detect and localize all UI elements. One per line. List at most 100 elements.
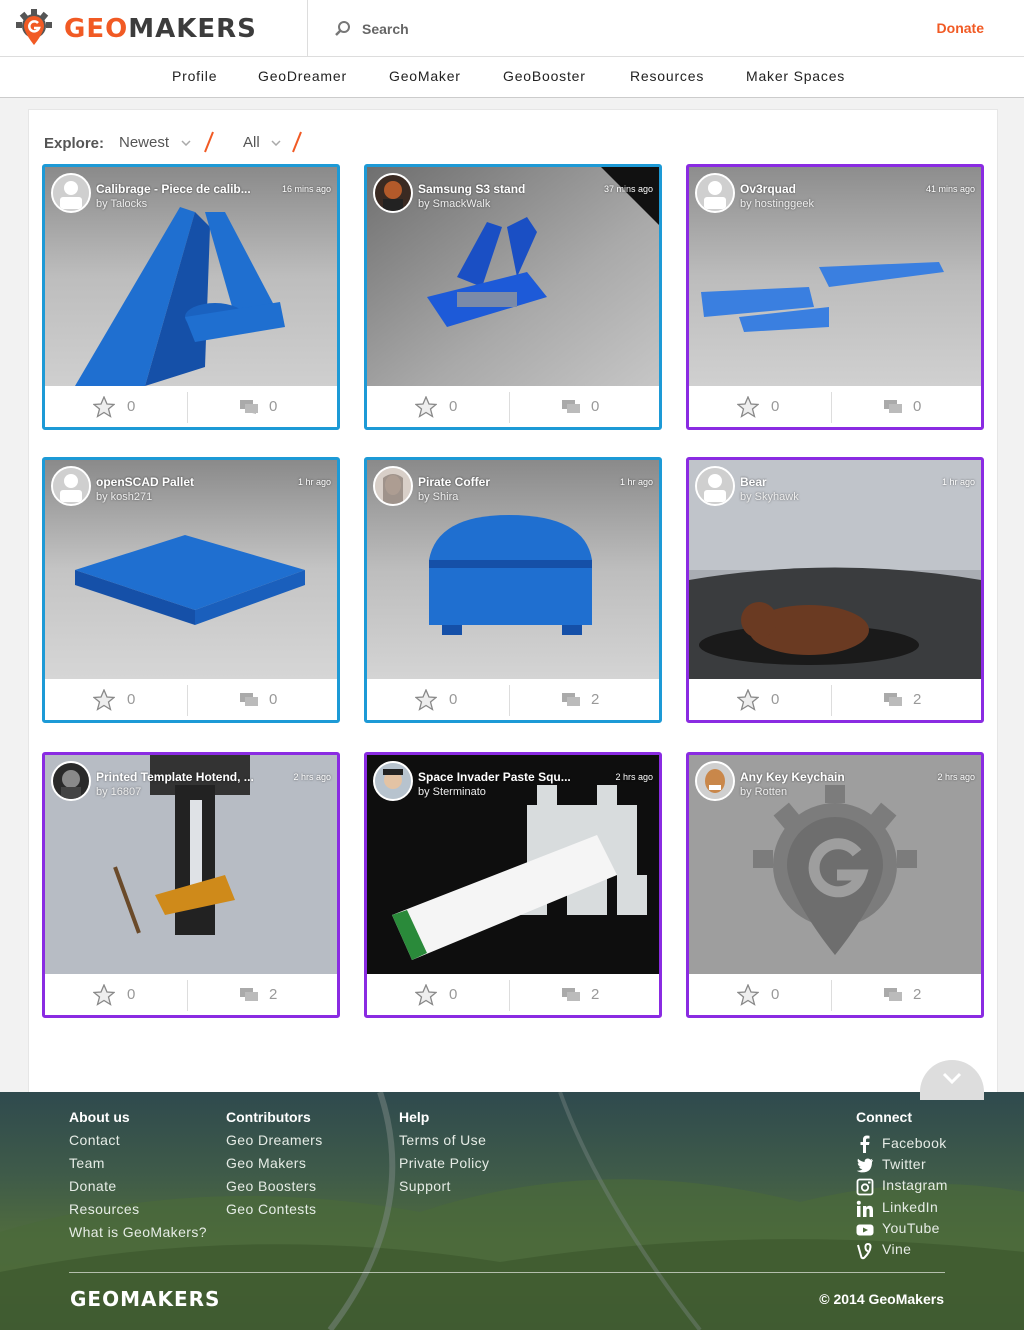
footer-link-terms[interactable]: Terms of Use (399, 1132, 486, 1148)
card-author[interactable]: by Shira (418, 491, 458, 503)
card-title[interactable]: Bear (740, 475, 767, 489)
footer-link-geo-boosters[interactable]: Geo Boosters (226, 1178, 316, 1194)
nav-item-geomaker[interactable]: GeoMaker (389, 68, 461, 84)
avatar[interactable] (695, 761, 735, 801)
footer-link-twitter[interactable]: Twitter (882, 1156, 926, 1172)
footer-logo[interactable]: GEOMAKERS (70, 1287, 220, 1311)
comment-icon[interactable] (884, 693, 902, 707)
project-card[interactable]: openSCAD Pallet by kosh271 1 hr ago 0 0 (42, 457, 340, 723)
card-title[interactable]: openSCAD Pallet (96, 475, 194, 489)
footer-link-team[interactable]: Team (69, 1155, 105, 1171)
star-icon[interactable] (737, 396, 759, 418)
project-card[interactable]: Space Invader Paste Squ... by Sterminato… (364, 752, 662, 1018)
card-author[interactable]: by 16807 (96, 786, 141, 798)
nav-item-geodreamer[interactable]: GeoDreamer (258, 68, 347, 84)
avatar[interactable] (51, 466, 91, 506)
sort-select[interactable]: Newest (119, 134, 169, 151)
card-title[interactable]: Space Invader Paste Squ... (418, 770, 571, 784)
footer-link-resources[interactable]: Resources (69, 1201, 140, 1217)
comment-count: 2 (591, 691, 600, 708)
card-footer: 0 0 (367, 386, 659, 427)
avatar[interactable] (373, 761, 413, 801)
comment-icon[interactable] (240, 400, 258, 414)
star-icon[interactable] (93, 689, 115, 711)
avatar[interactable] (695, 173, 735, 213)
footer-heading-about: About us (69, 1109, 130, 1125)
footer-link-donate[interactable]: Donate (69, 1178, 117, 1194)
footer-link-facebook[interactable]: Facebook (882, 1135, 947, 1151)
comment-icon[interactable] (884, 988, 902, 1002)
footer-link-geo-makers[interactable]: Geo Makers (226, 1155, 306, 1171)
star-icon[interactable] (737, 689, 759, 711)
footer-link-what-is-geomakers[interactable]: What is GeoMakers? (69, 1224, 207, 1240)
footer-link-instagram[interactable]: Instagram (882, 1177, 948, 1193)
search-input[interactable]: Search (334, 18, 409, 40)
nav-item-resources[interactable]: Resources (630, 68, 704, 84)
project-card[interactable]: Pirate Coffer by Shira 1 hr ago 0 2 (364, 457, 662, 723)
comment-count: 2 (913, 691, 922, 708)
card-title[interactable]: Pirate Coffer (418, 475, 490, 489)
project-card[interactable]: Printed Template Hotend, ... by 16807 2 … (42, 752, 340, 1018)
footer-link-support[interactable]: Support (399, 1178, 451, 1194)
avatar[interactable] (373, 466, 413, 506)
project-card[interactable]: Any Key Keychain by Rotten 2 hrs ago 0 2 (686, 752, 984, 1018)
comment-icon[interactable] (562, 693, 580, 707)
card-title[interactable]: Ov3rquad (740, 182, 796, 196)
footer-link-geo-dreamers[interactable]: Geo Dreamers (226, 1132, 323, 1148)
chevron-down-icon[interactable] (181, 140, 191, 146)
nav-item-maker-spaces[interactable]: Maker Spaces (746, 68, 845, 84)
explore-bar: Explore: (44, 133, 104, 153)
comment-icon[interactable] (240, 988, 258, 1002)
card-title[interactable]: Calibrage - Piece de calib... (96, 182, 251, 196)
comment-count: 0 (591, 398, 600, 415)
category-select[interactable]: All (243, 134, 260, 151)
project-card[interactable]: Bear by Skyhawk 1 hr ago 0 2 (686, 457, 984, 723)
logo[interactable]: GEOMAKERS (0, 0, 308, 57)
comment-icon[interactable] (240, 693, 258, 707)
comment-icon[interactable] (562, 400, 580, 414)
linkedin-icon[interactable] (856, 1200, 874, 1218)
avatar[interactable] (695, 466, 735, 506)
card-author[interactable]: by SmackWalk (418, 198, 490, 210)
star-icon[interactable] (415, 396, 437, 418)
twitter-icon[interactable] (856, 1156, 874, 1174)
project-card[interactable]: Calibrage - Piece de calib... by Talocks… (42, 164, 340, 430)
card-title[interactable]: Samsung S3 stand (418, 182, 525, 196)
avatar[interactable] (51, 761, 91, 801)
card-author[interactable]: by Rotten (740, 786, 787, 798)
footer-link-vine[interactable]: Vine (882, 1241, 911, 1257)
star-icon[interactable] (415, 689, 437, 711)
card-author[interactable]: by kosh271 (96, 491, 152, 503)
instagram-icon[interactable] (856, 1178, 874, 1196)
avatar[interactable] (373, 173, 413, 213)
youtube-icon[interactable] (856, 1221, 874, 1239)
star-icon[interactable] (93, 396, 115, 418)
project-card[interactable]: Ov3rquad by hostinggeek 41 mins ago 0 0 (686, 164, 984, 430)
footer-link-contact[interactable]: Contact (69, 1132, 120, 1148)
star-icon[interactable] (415, 984, 437, 1006)
card-title[interactable]: Any Key Keychain (740, 770, 845, 784)
footer-link-geo-contests[interactable]: Geo Contests (226, 1201, 316, 1217)
comment-icon[interactable] (884, 400, 902, 414)
chevron-down-icon[interactable] (271, 140, 281, 146)
vine-icon[interactable] (856, 1242, 874, 1260)
footer-link-privacy[interactable]: Private Policy (399, 1155, 489, 1171)
project-card[interactable]: Samsung S3 stand by SmackWalk 37 mins ag… (364, 164, 662, 430)
card-author[interactable]: by hostinggeek (740, 198, 814, 210)
avatar[interactable] (51, 173, 91, 213)
facebook-icon[interactable] (856, 1135, 874, 1153)
star-icon[interactable] (93, 984, 115, 1006)
nav-item-profile[interactable]: Profile (172, 68, 217, 84)
footer-link-linkedin[interactable]: LinkedIn (882, 1199, 938, 1215)
like-count: 0 (771, 398, 780, 415)
donate-button[interactable]: Donate (937, 20, 984, 36)
card-author[interactable]: by Talocks (96, 198, 147, 210)
card-title[interactable]: Printed Template Hotend, ... (96, 770, 254, 784)
card-author[interactable]: by Sterminato (418, 786, 486, 798)
footer-link-youtube[interactable]: YouTube (882, 1220, 940, 1236)
comment-icon[interactable] (562, 988, 580, 1002)
star-icon[interactable] (737, 984, 759, 1006)
nav-item-geobooster[interactable]: GeoBooster (503, 68, 586, 84)
footer-divider (831, 392, 832, 423)
card-author[interactable]: by Skyhawk (740, 491, 799, 503)
